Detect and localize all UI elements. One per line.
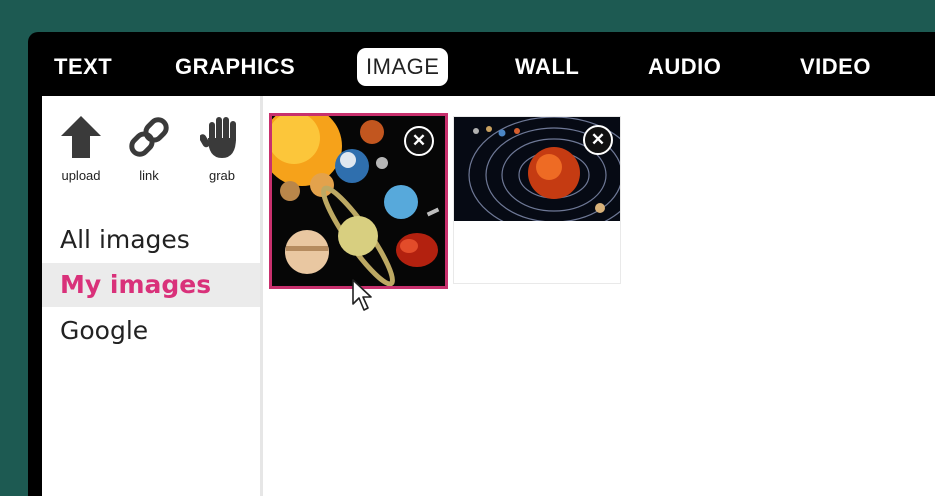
image-picker-window: TEXT GRAPHICS IMAGE WALL AUDIO VIDEO upl…	[28, 32, 935, 496]
upload-button[interactable]: upload	[51, 114, 111, 183]
image-thumbnail-solar-system[interactable]: ✕	[453, 116, 621, 284]
image-thumbnail-planets[interactable]: ✕	[269, 113, 448, 289]
remove-image-button[interactable]: ✕	[404, 126, 434, 156]
image-grid: ✕ ✕	[263, 96, 935, 496]
source-all-images[interactable]: All images	[42, 218, 260, 262]
remove-image-button[interactable]: ✕	[583, 125, 613, 155]
upload-label: upload	[61, 168, 101, 183]
source-panel: upload link grab All images My images Go…	[42, 96, 260, 496]
tab-image[interactable]: IMAGE	[357, 48, 449, 86]
upload-arrow-icon	[61, 116, 101, 158]
source-my-images[interactable]: My images	[42, 263, 260, 307]
grab-hand-icon	[200, 117, 236, 158]
tab-wall[interactable]: WALL	[515, 48, 579, 86]
tab-bar: TEXT GRAPHICS IMAGE WALL AUDIO VIDEO	[28, 32, 935, 96]
link-label: link	[139, 168, 159, 183]
link-button[interactable]: link	[119, 114, 179, 183]
tab-video[interactable]: VIDEO	[800, 48, 871, 86]
grab-button[interactable]: grab	[192, 114, 252, 183]
link-chain-icon	[129, 117, 169, 157]
tab-text[interactable]: TEXT	[54, 48, 112, 86]
tab-graphics[interactable]: GRAPHICS	[175, 48, 295, 86]
source-google[interactable]: Google	[42, 309, 260, 353]
grab-label: grab	[208, 168, 236, 183]
tab-audio[interactable]: AUDIO	[648, 48, 721, 86]
